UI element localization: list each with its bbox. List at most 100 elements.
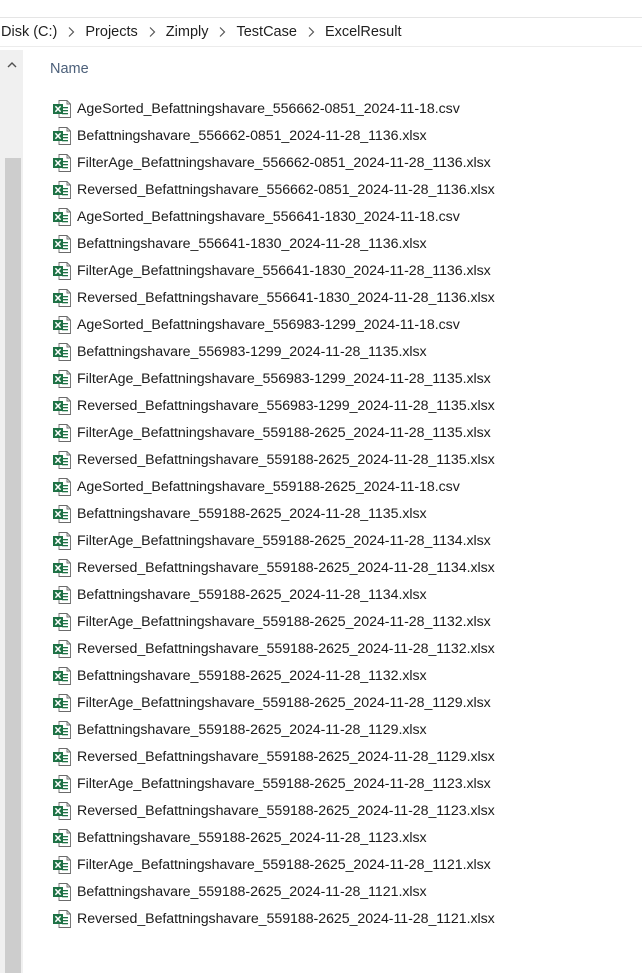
file-name[interactable]: Reversed_Befattningshavare_556641-1830_2… (77, 290, 495, 306)
file-row[interactable]: FilterAge_Befattningshavare_556641-1830_… (50, 257, 495, 284)
file-name[interactable]: Reversed_Befattningshavare_559188-2625_2… (77, 911, 495, 927)
file-row[interactable]: Befattningshavare_559188-2625_2024-11-28… (50, 824, 495, 851)
file-name[interactable]: AgeSorted_Befattningshavare_556662-0851_… (77, 101, 460, 117)
excel-file-icon (52, 207, 72, 227)
file-row[interactable]: FilterAge_Befattningshavare_556983-1299_… (50, 365, 495, 392)
breadcrumb-item-zimply[interactable]: Zimply (163, 24, 212, 40)
file-row[interactable]: Reversed_Befattningshavare_559188-2625_2… (50, 743, 495, 770)
file-name[interactable]: FilterAge_Befattningshavare_556983-1299_… (77, 371, 491, 387)
excel-file-icon (52, 261, 72, 281)
scrollbar-thumb[interactable] (5, 158, 21, 973)
file-row[interactable]: Befattningshavare_556641-1830_2024-11-28… (50, 230, 495, 257)
file-name[interactable]: Befattningshavare_556662-0851_2024-11-28… (77, 128, 427, 144)
excel-file-icon (52, 99, 72, 119)
file-name[interactable]: Befattningshavare_559188-2625_2024-11-28… (77, 722, 427, 738)
file-row[interactable]: Befattningshavare_556662-0851_2024-11-28… (50, 122, 495, 149)
file-row[interactable]: AgeSorted_Befattningshavare_556983-1299_… (50, 311, 495, 338)
file-name[interactable]: Reversed_Befattningshavare_559188-2625_2… (77, 560, 495, 576)
file-row[interactable]: Befattningshavare_559188-2625_2024-11-28… (50, 878, 495, 905)
column-header-name[interactable]: Name (50, 61, 89, 77)
file-name[interactable]: Befattningshavare_559188-2625_2024-11-28… (77, 587, 427, 603)
excel-file-icon (52, 369, 72, 389)
file-row[interactable]: Reversed_Befattningshavare_559188-2625_2… (50, 554, 495, 581)
excel-file-icon (52, 477, 72, 497)
file-row[interactable]: Befattningshavare_556983-1299_2024-11-28… (50, 338, 495, 365)
excel-file-icon (52, 666, 72, 686)
excel-file-icon (52, 342, 72, 362)
file-row[interactable]: Reversed_Befattningshavare_556662-0851_2… (50, 176, 495, 203)
file-name[interactable]: FilterAge_Befattningshavare_556662-0851_… (77, 155, 491, 171)
excel-file-icon (52, 126, 72, 146)
excel-file-icon (52, 720, 72, 740)
excel-file-icon (52, 855, 72, 875)
file-name[interactable]: AgeSorted_Befattningshavare_559188-2625_… (77, 479, 460, 495)
file-name[interactable]: Befattningshavare_559188-2625_2024-11-28… (77, 884, 427, 900)
excel-file-icon (52, 558, 72, 578)
file-row[interactable]: Befattningshavare_559188-2625_2024-11-28… (50, 500, 495, 527)
file-name[interactable]: FilterAge_Befattningshavare_556641-1830_… (77, 263, 491, 279)
file-row[interactable]: AgeSorted_Befattningshavare_556662-0851_… (50, 95, 495, 122)
excel-file-icon (52, 747, 72, 767)
file-row[interactable]: FilterAge_Befattningshavare_559188-2625_… (50, 851, 495, 878)
file-name[interactable]: AgeSorted_Befattningshavare_556641-1830_… (77, 209, 460, 225)
file-name[interactable]: Reversed_Befattningshavare_559188-2625_2… (77, 803, 495, 819)
excel-file-icon (52, 612, 72, 632)
chevron-right-icon[interactable] (211, 25, 233, 39)
file-row[interactable]: FilterAge_Befattningshavare_559188-2625_… (50, 689, 495, 716)
excel-file-icon (52, 909, 72, 929)
file-row[interactable]: FilterAge_Befattningshavare_559188-2625_… (50, 608, 495, 635)
file-name[interactable]: Reversed_Befattningshavare_556983-1299_2… (77, 398, 495, 414)
vertical-scrollbar[interactable] (0, 50, 23, 973)
file-row[interactable]: Reversed_Befattningshavare_556983-1299_2… (50, 392, 495, 419)
file-row[interactable]: FilterAge_Befattningshavare_556662-0851_… (50, 149, 495, 176)
chevron-right-icon[interactable] (300, 25, 322, 39)
file-name[interactable]: FilterAge_Befattningshavare_559188-2625_… (77, 857, 491, 873)
file-name[interactable]: FilterAge_Befattningshavare_559188-2625_… (77, 533, 491, 549)
chevron-right-icon[interactable] (141, 25, 163, 39)
file-name[interactable]: Befattningshavare_556983-1299_2024-11-28… (77, 344, 427, 360)
file-row[interactable]: AgeSorted_Befattningshavare_556641-1830_… (50, 203, 495, 230)
file-row[interactable]: Reversed_Befattningshavare_559188-2625_2… (50, 446, 495, 473)
file-name[interactable]: FilterAge_Befattningshavare_559188-2625_… (77, 425, 491, 441)
file-row[interactable]: FilterAge_Befattningshavare_559188-2625_… (50, 527, 495, 554)
excel-file-icon (52, 828, 72, 848)
file-name[interactable]: Reversed_Befattningshavare_559188-2625_2… (77, 452, 495, 468)
file-name[interactable]: AgeSorted_Befattningshavare_556983-1299_… (77, 317, 460, 333)
file-row[interactable]: FilterAge_Befattningshavare_559188-2625_… (50, 419, 495, 446)
file-name[interactable]: FilterAge_Befattningshavare_559188-2625_… (77, 776, 491, 792)
excel-file-icon (52, 585, 72, 605)
file-name[interactable]: FilterAge_Befattningshavare_559188-2625_… (77, 695, 491, 711)
excel-file-icon (52, 288, 72, 308)
excel-file-icon (52, 801, 72, 821)
excel-file-icon (52, 234, 72, 254)
file-row[interactable]: Reversed_Befattningshavare_556641-1830_2… (50, 284, 495, 311)
excel-file-icon (52, 153, 72, 173)
file-row[interactable]: Befattningshavare_559188-2625_2024-11-28… (50, 662, 495, 689)
file-name[interactable]: Befattningshavare_559188-2625_2024-11-28… (77, 830, 427, 846)
file-row[interactable]: Reversed_Befattningshavare_559188-2625_2… (50, 905, 495, 932)
excel-file-icon (52, 774, 72, 794)
file-name[interactable]: Reversed_Befattningshavare_559188-2625_2… (77, 641, 495, 657)
file-row[interactable]: Befattningshavare_559188-2625_2024-11-28… (50, 581, 495, 608)
scroll-up-arrow-icon[interactable] (0, 56, 23, 72)
file-row[interactable]: Reversed_Befattningshavare_559188-2625_2… (50, 797, 495, 824)
file-name[interactable]: FilterAge_Befattningshavare_559188-2625_… (77, 614, 491, 630)
file-row[interactable]: AgeSorted_Befattningshavare_559188-2625_… (50, 473, 495, 500)
file-row[interactable]: Reversed_Befattningshavare_559188-2625_2… (50, 635, 495, 662)
breadcrumb-item-projects[interactable]: Projects (82, 24, 140, 40)
excel-file-icon (52, 693, 72, 713)
file-row[interactable]: Befattningshavare_559188-2625_2024-11-28… (50, 716, 495, 743)
file-name[interactable]: Reversed_Befattningshavare_559188-2625_2… (77, 749, 495, 765)
breadcrumb-item-excelresult[interactable]: ExcelResult (322, 24, 405, 40)
file-name[interactable]: Reversed_Befattningshavare_556662-0851_2… (77, 182, 495, 198)
excel-file-icon (52, 504, 72, 524)
file-name[interactable]: Befattningshavare_559188-2625_2024-11-28… (77, 668, 427, 684)
excel-file-icon (52, 396, 72, 416)
excel-file-icon (52, 639, 72, 659)
chevron-right-icon[interactable] (60, 25, 82, 39)
breadcrumb-item-testcase[interactable]: TestCase (233, 24, 299, 40)
file-name[interactable]: Befattningshavare_559188-2625_2024-11-28… (77, 506, 427, 522)
breadcrumb-item-disk[interactable]: Disk (C:) (0, 24, 60, 40)
file-row[interactable]: FilterAge_Befattningshavare_559188-2625_… (50, 770, 495, 797)
file-name[interactable]: Befattningshavare_556641-1830_2024-11-28… (77, 236, 427, 252)
